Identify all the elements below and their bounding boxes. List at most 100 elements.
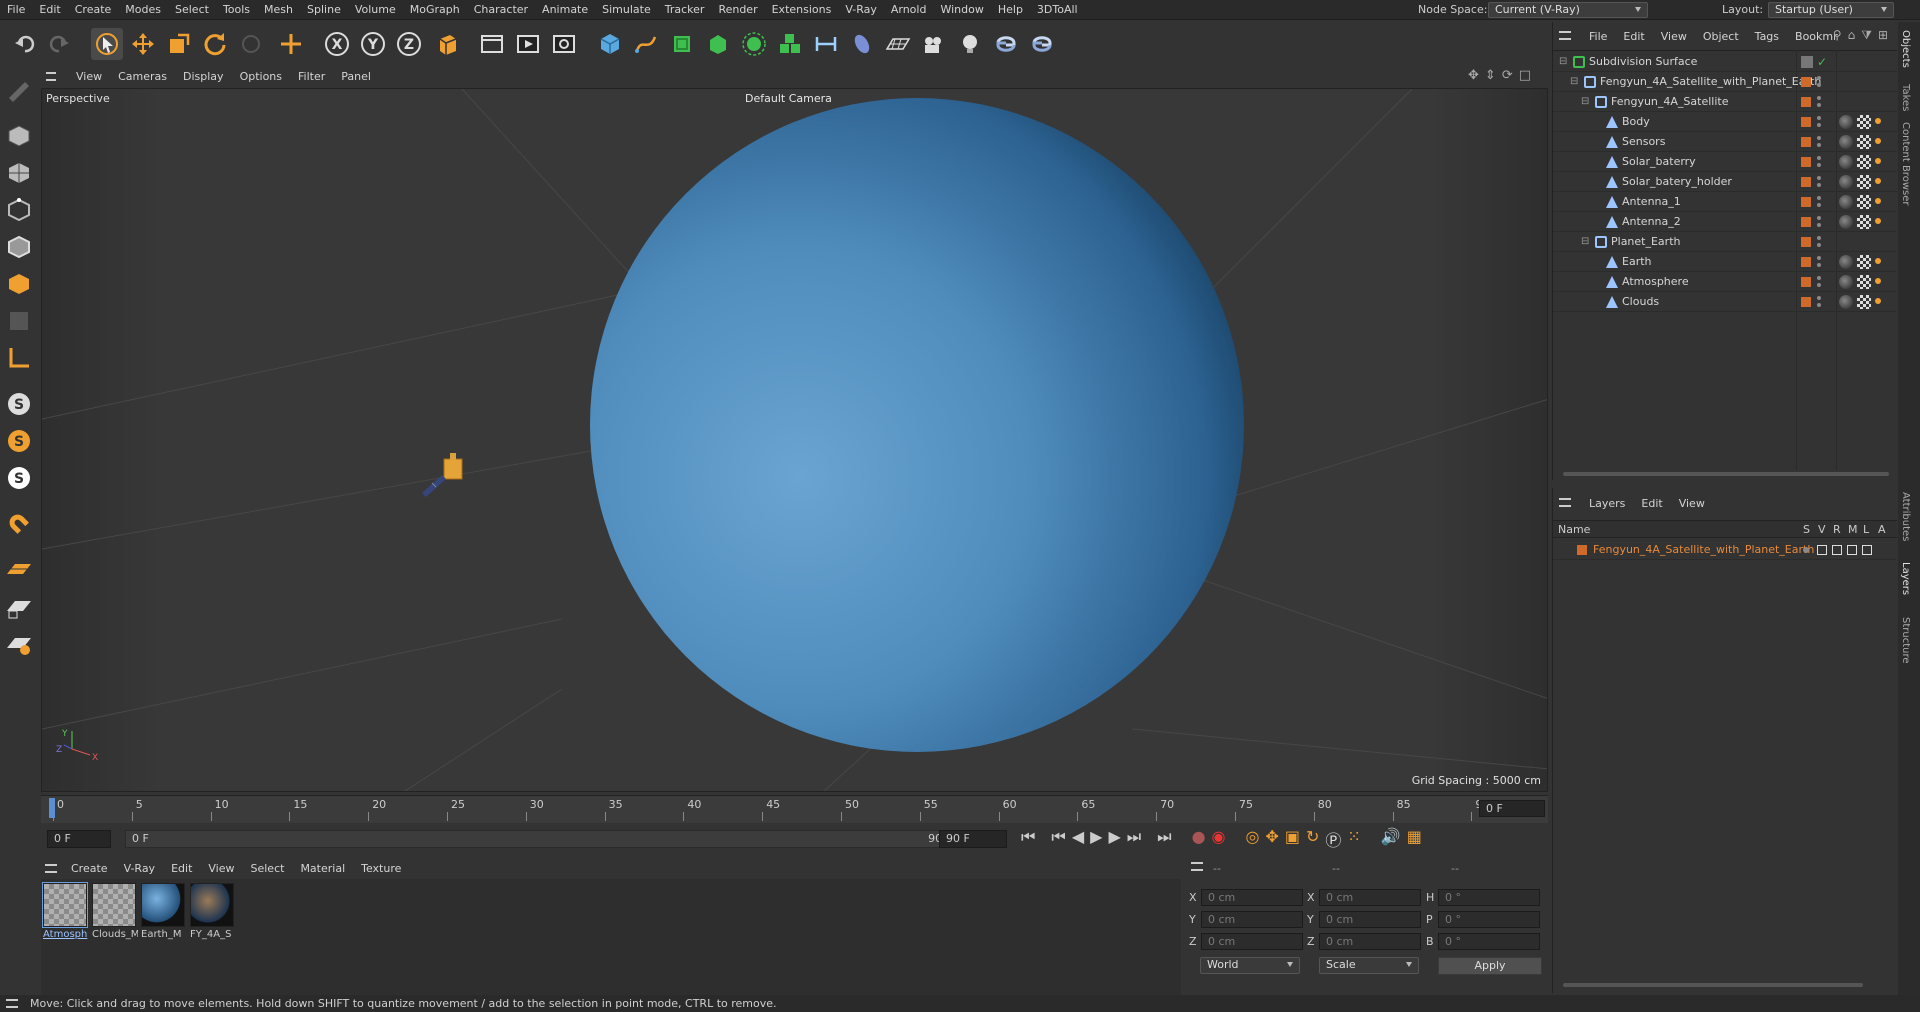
extrude-generator-icon[interactable] xyxy=(702,28,734,60)
make-editable-icon[interactable] xyxy=(3,74,35,106)
side-tab-layers[interactable]: Layers xyxy=(1900,562,1911,595)
timeline-playhead[interactable] xyxy=(49,798,55,818)
next-key-icon[interactable]: ⏭ xyxy=(1127,827,1141,851)
prev-frame-icon[interactable]: ◀ xyxy=(1072,827,1084,851)
menu-create[interactable]: Create xyxy=(68,3,119,16)
material-tag-icon[interactable] xyxy=(1839,275,1853,289)
material-preview[interactable] xyxy=(42,882,88,928)
texture-tag-icon[interactable] xyxy=(1857,215,1871,229)
object-row-earth[interactable]: Earth xyxy=(1553,252,1897,272)
viewport-menu-options[interactable]: Options xyxy=(232,70,290,83)
record-icon[interactable]: ◉ xyxy=(1212,827,1226,851)
pan-view-icon[interactable]: ✥ xyxy=(1468,68,1479,83)
material-swatch[interactable]: FY_4A_S xyxy=(190,883,236,945)
tag-indicator-icon[interactable] xyxy=(1875,298,1881,304)
coordinate-system-icon[interactable] xyxy=(431,28,463,60)
layer-color-swatch[interactable] xyxy=(1801,257,1811,267)
field-object-icon[interactable] xyxy=(846,28,878,60)
play-icon[interactable]: ▶ xyxy=(1090,827,1102,851)
planet-earth-sphere[interactable] xyxy=(590,98,1244,752)
side-tab-takes[interactable]: Takes xyxy=(1900,84,1911,111)
coordinate-value-field[interactable]: 0 ° xyxy=(1438,889,1540,906)
coordinate-space-dropdown[interactable]: World xyxy=(1200,957,1300,974)
menu-tracker[interactable]: Tracker xyxy=(658,3,712,16)
floor-environment-icon[interactable] xyxy=(882,28,914,60)
material-tag-icon[interactable] xyxy=(1839,135,1853,149)
hamburger-icon[interactable] xyxy=(46,72,56,81)
menu-mesh[interactable]: Mesh xyxy=(257,3,300,16)
prev-key-icon[interactable]: ⏮ xyxy=(1051,827,1065,851)
layer-color-swatch[interactable] xyxy=(1801,77,1811,87)
move-tool-icon[interactable] xyxy=(127,28,159,60)
texture-tag-icon[interactable] xyxy=(1857,255,1871,269)
material-menu-edit[interactable]: Edit xyxy=(163,862,200,875)
texture-tag-icon[interactable] xyxy=(1857,115,1871,129)
autokey-icon[interactable]: ● xyxy=(1192,827,1206,851)
menu-simulate[interactable]: Simulate xyxy=(595,3,658,16)
render-settings-icon[interactable] xyxy=(548,28,580,60)
layer-color-swatch[interactable] xyxy=(1801,297,1811,307)
home-icon[interactable]: ⌂ xyxy=(1848,28,1856,43)
layout-dropdown[interactable]: Startup (User) xyxy=(1768,2,1894,18)
object-row-solar-batery-holder[interactable]: Solar_batery_holder xyxy=(1553,172,1897,192)
material-preview[interactable] xyxy=(190,883,234,927)
key-all-icon[interactable]: ◎ xyxy=(1246,827,1260,851)
menu-mograph[interactable]: MoGraph xyxy=(403,3,467,16)
material-preview[interactable] xyxy=(92,883,136,927)
object-row-clouds[interactable]: Clouds xyxy=(1553,292,1897,312)
array-cloner-icon[interactable] xyxy=(738,28,770,60)
points-mode-icon[interactable] xyxy=(3,194,35,226)
maximize-view-icon[interactable]: □ xyxy=(1519,68,1531,83)
layer-color-swatch[interactable] xyxy=(1801,217,1811,227)
end-frame-field[interactable]: 90 F xyxy=(939,830,1007,848)
status-menu-icon[interactable] xyxy=(6,999,18,1008)
snap-settings-icon[interactable]: S xyxy=(3,425,35,457)
timeline-ruler[interactable]: 051015202530354045505560657075808590 0 F xyxy=(41,795,1548,823)
layer-color-swatch[interactable] xyxy=(1801,137,1811,147)
tag-indicator-icon[interactable] xyxy=(1875,198,1881,204)
side-tab-attributes[interactable]: Attributes xyxy=(1900,492,1911,541)
texture-tag-icon[interactable] xyxy=(1857,135,1871,149)
deformer-bend-icon[interactable] xyxy=(810,28,842,60)
visibility-dots-icon[interactable] xyxy=(1817,136,1821,148)
menu-animate[interactable]: Animate xyxy=(535,3,595,16)
viewport-menu-panel[interactable]: Panel xyxy=(333,70,379,83)
visibility-dots-icon[interactable] xyxy=(1817,176,1821,188)
menu-tools[interactable]: Tools xyxy=(216,3,257,16)
layer-menu-layers[interactable]: Layers xyxy=(1581,497,1633,510)
live-selection-icon[interactable] xyxy=(235,28,267,60)
layer-color-swatch[interactable] xyxy=(1801,177,1811,187)
tag-indicator-icon[interactable] xyxy=(1875,258,1881,264)
snap-icon[interactable]: S xyxy=(3,388,35,420)
visibility-dots-icon[interactable] xyxy=(1817,216,1821,228)
cloner-icon[interactable] xyxy=(774,28,806,60)
viewport-menu-filter[interactable]: Filter xyxy=(290,70,333,83)
object-menu-object[interactable]: Object xyxy=(1695,30,1747,43)
texture-tag-icon[interactable] xyxy=(1857,195,1871,209)
object-row-antenna-2[interactable]: Antenna_2 xyxy=(1553,212,1897,232)
object-menu-hamburger-icon[interactable] xyxy=(1559,31,1571,40)
material-swatch[interactable]: Earth_M xyxy=(141,883,187,945)
key-pla-icon[interactable]: ⁙ xyxy=(1347,827,1360,851)
layer-color-swatch[interactable] xyxy=(1801,237,1811,247)
menu-character[interactable]: Character xyxy=(467,3,535,16)
menu-select[interactable]: Select xyxy=(168,3,216,16)
tag-indicator-icon[interactable] xyxy=(1875,158,1881,164)
object-row-atmosphere[interactable]: Atmosphere xyxy=(1553,272,1897,292)
coordinate-value-field[interactable]: 0 cm xyxy=(1201,889,1303,906)
menu-spline[interactable]: Spline xyxy=(300,3,348,16)
coordinate-value-field[interactable]: 0 cm xyxy=(1319,933,1421,950)
side-tab-structure[interactable]: Structure xyxy=(1900,617,1911,664)
object-menu-edit[interactable]: Edit xyxy=(1615,30,1652,43)
camera-object-icon[interactable] xyxy=(918,28,950,60)
coordinate-value-field[interactable]: 0 cm xyxy=(1319,889,1421,906)
visibility-dots-icon[interactable] xyxy=(1817,296,1821,308)
menu-edit[interactable]: Edit xyxy=(32,3,67,16)
frame-range-slider[interactable]: 0 F 90 F xyxy=(125,830,965,848)
visibility-dots-icon[interactable] xyxy=(1817,276,1821,288)
planar-workplane-icon[interactable] xyxy=(3,628,35,660)
enabled-check-icon[interactable]: ✓ xyxy=(1817,52,1827,72)
menu-help[interactable]: Help xyxy=(991,3,1030,16)
filter-icon[interactable]: ⧩ xyxy=(1861,28,1872,43)
render-region-icon[interactable] xyxy=(476,28,508,60)
